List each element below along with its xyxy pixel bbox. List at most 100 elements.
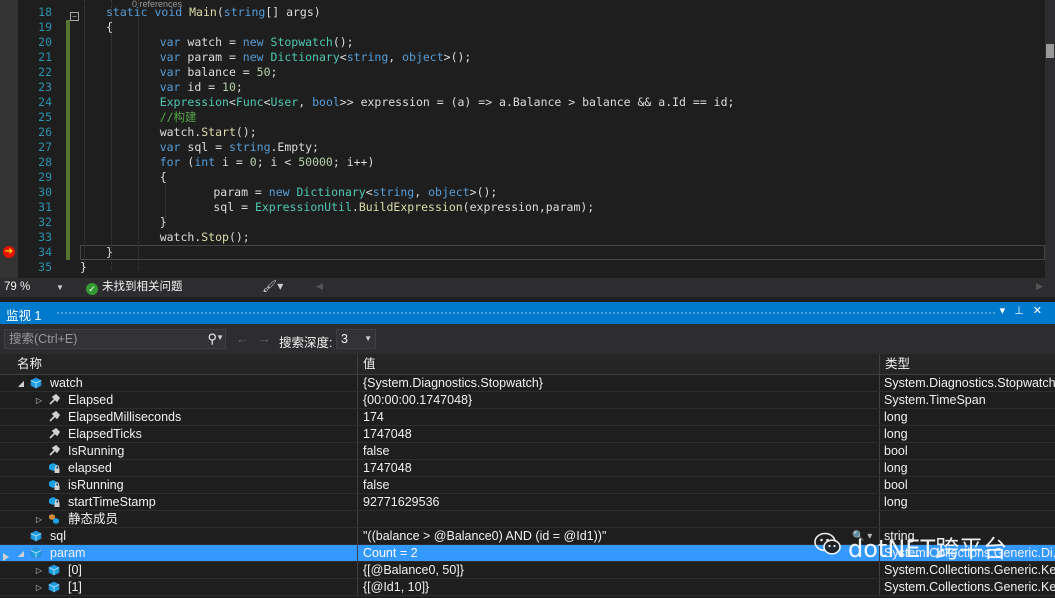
watch-value-cell[interactable]: "((balance > @Balance0) AND (id = @Id1))… <box>358 528 880 544</box>
watch-name-cell[interactable]: IsRunning <box>0 443 358 459</box>
watch-name: sql <box>50 529 66 543</box>
watch-value-cell[interactable] <box>358 511 880 527</box>
check-circle-icon: ✓ <box>86 283 98 295</box>
watch-titlebar[interactable]: 监视 1 ▾⊥✕ <box>0 302 1055 324</box>
code-line: //构建 <box>80 110 1055 125</box>
line-number: 25 <box>38 110 52 124</box>
watch-name-cell[interactable]: ElapsedMilliseconds <box>0 409 358 425</box>
line-number: 19 <box>38 20 52 34</box>
pin-icon[interactable]: ⊥ <box>1014 305 1033 317</box>
line-number: 20 <box>38 35 52 49</box>
watch-value-cell[interactable]: {[@Id1, 10]} <box>358 579 880 595</box>
watch-name-cell[interactable]: startTimeStamp <box>0 494 358 510</box>
watch-value-cell[interactable]: false <box>358 477 880 493</box>
watch-row[interactable]: ElapsedTicks 1747048 long <box>0 426 1055 443</box>
watch-row[interactable]: ElapsedMilliseconds 174 long <box>0 409 1055 426</box>
scroll-right-icon[interactable]: ▶ <box>1036 281 1043 292</box>
window-actions: ▾⊥✕ <box>1000 304 1051 317</box>
watch-row[interactable]: ▷ 静态成员 <box>0 511 1055 528</box>
watch-value-cell[interactable]: {[@Balance0, 50]} <box>358 562 880 578</box>
collapse-arrow-icon[interactable]: ◢ <box>16 375 26 391</box>
code-token: new <box>268 185 290 199</box>
watch-row[interactable]: isRunning false bool <box>0 477 1055 494</box>
watch-row[interactable]: ◢ watch {System.Diagnostics.Stopwatch} Syst… <box>0 375 1055 392</box>
column-header-name[interactable]: 名称 <box>12 354 358 374</box>
watch-value-cell[interactable]: 1747048 <box>358 460 880 476</box>
search-input[interactable] <box>5 330 203 348</box>
chevron-down-icon[interactable]: ▼ <box>216 333 224 342</box>
line-number: 27 <box>38 140 52 154</box>
watch-value-cell[interactable]: 1747048 <box>358 426 880 442</box>
expand-arrow-icon[interactable]: ▷ <box>34 511 44 527</box>
zoom-dropdown[interactable]: 79 % ▼ <box>4 280 64 295</box>
editor-vertical-scrollbar[interactable] <box>1045 0 1055 278</box>
code-line: { <box>80 20 1055 35</box>
watch-name: elapsed <box>68 461 112 475</box>
scroll-left-icon[interactable]: ◀ <box>316 281 323 292</box>
expand-arrow-icon[interactable]: ▷ <box>34 392 44 408</box>
code-token: ; i < <box>256 155 299 169</box>
expand-arrow-icon[interactable]: ▷ <box>34 579 44 595</box>
watch-row[interactable]: IsRunning false bool <box>0 443 1055 460</box>
watch-row[interactable]: ▷ [1] {[@Id1, 10]} System.Collections.Gener… <box>0 579 1055 596</box>
watch-type-cell: System.TimeSpan <box>884 393 986 407</box>
code-line: Expression<Func<User, bool>> expression … <box>80 95 1055 110</box>
private-field-icon <box>48 462 60 474</box>
search-previous-icon[interactable]: ← <box>236 331 249 346</box>
code-editor[interactable]: ➔ 18 19 20 21 22 23 24 25 26 27 28 29 30 31 32 33 34 35 −… <box>0 0 1055 278</box>
column-header-type[interactable]: 类型 <box>880 354 1055 374</box>
collapse-arrow-icon[interactable]: ◢ <box>16 545 26 561</box>
watch-name-cell[interactable]: ElapsedTicks <box>0 426 358 442</box>
code-text[interactable]: static void Main(string[] args){ var wat… <box>80 0 1055 275</box>
watch-name-cell[interactable]: ▷ 静态成员 <box>0 511 358 527</box>
code-token: //构建 <box>159 110 197 124</box>
line-number: 21 <box>38 50 52 64</box>
search-box[interactable]: ⚲ ▼ <box>4 329 226 349</box>
watch-value-cell[interactable]: 174 <box>358 409 880 425</box>
watch-name-cell[interactable]: elapsed <box>0 460 358 476</box>
editor-horizontal-scrollbar[interactable]: ◀ ▶ <box>316 281 1043 293</box>
watch-value-cell[interactable]: {00:00:00.1747048} <box>358 392 880 408</box>
watch-name-cell[interactable]: ▷ Elapsed <box>0 392 358 408</box>
code-token: object <box>402 50 444 64</box>
code-token: < <box>228 95 236 109</box>
codelens-references[interactable]: 0 references <box>132 0 182 9</box>
expand-arrow-icon[interactable]: ▷ <box>34 562 44 578</box>
close-icon[interactable]: ✕ <box>1033 305 1051 317</box>
search-next-icon[interactable]: → <box>258 331 271 346</box>
watch-name-cell[interactable]: sql <box>0 528 358 544</box>
code-token: , <box>414 185 429 199</box>
column-header-value[interactable]: 值 <box>358 354 880 374</box>
watch-name-cell[interactable]: ◢ param <box>0 545 358 561</box>
watch-name-cell[interactable]: ▷ [1] <box>0 579 358 595</box>
watch-type-cell: System.Collections.Generic.Ke... <box>884 563 1055 577</box>
code-cleanup-brush-icon[interactable]: 🖌▾ <box>262 279 283 293</box>
watch-value-cell[interactable]: 92771629536 <box>358 494 880 510</box>
chevron-down-icon[interactable]: ▼ <box>56 280 64 295</box>
code-token: balance = <box>180 65 257 79</box>
watch-row[interactable]: elapsed 1747048 long <box>0 460 1055 477</box>
scrollbar-thumb[interactable] <box>1046 44 1054 58</box>
collapse-method-icon[interactable]: − <box>70 12 79 21</box>
code-token: watch. <box>132 125 202 139</box>
watch-value-cell[interactable]: Count = 2 <box>358 545 880 561</box>
issues-indicator[interactable]: ✓ 未找到相关问题 <box>86 280 183 295</box>
private-field-icon <box>48 479 60 491</box>
watch-name-cell[interactable]: isRunning <box>0 477 358 493</box>
watch-row[interactable]: ▷ Elapsed {00:00:00.1747048} System.TimeSpa… <box>0 392 1055 409</box>
watch-value-cell[interactable]: {System.Diagnostics.Stopwatch} <box>358 375 880 391</box>
breakpoint-current-statement-icon[interactable]: ➔ <box>3 246 15 258</box>
watch-row[interactable]: startTimeStamp 92771629536 long <box>0 494 1055 511</box>
property-icon <box>48 427 61 440</box>
search-depth-select[interactable]: 3 ▼ <box>336 329 376 349</box>
glyph-margin[interactable]: ➔ <box>0 0 18 278</box>
watch-name-cell[interactable]: ▷ [0] <box>0 562 358 578</box>
watch-name-cell[interactable]: ◢ watch <box>0 375 358 391</box>
window-position-dropdown-icon[interactable]: ▾ <box>1000 305 1015 317</box>
drag-grip[interactable] <box>56 311 995 315</box>
watch-row[interactable]: ▷ [0] {[@Balance0, 50]} System.Collections.… <box>0 562 1055 579</box>
zoom-value: 79 % <box>4 281 31 293</box>
watch-value-cell[interactable]: false <box>358 443 880 459</box>
property-icon <box>48 393 61 406</box>
